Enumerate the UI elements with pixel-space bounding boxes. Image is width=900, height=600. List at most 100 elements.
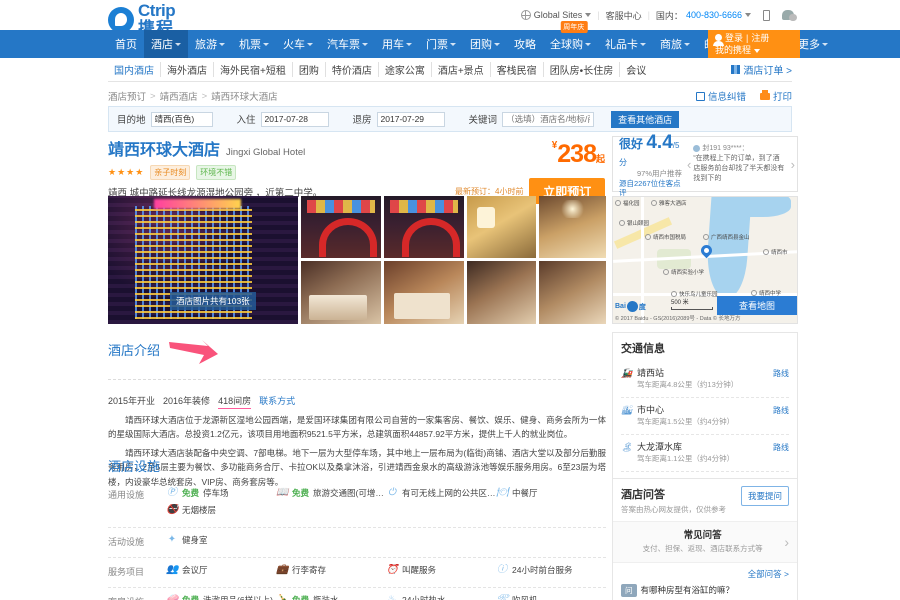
nav-label: 商旅 [660, 39, 682, 51]
nav-item-flight[interactable]: 机票 [232, 30, 276, 58]
breadcrumb-separator: > [201, 90, 208, 102]
login-link[interactable]: 登录 [725, 32, 743, 44]
facility-item: ✦ 健身室 [166, 534, 276, 546]
checkout-date-input[interactable] [376, 111, 445, 127]
info-correct-button[interactable]: 信息纠错 [695, 89, 746, 103]
gallery-thumb[interactable] [467, 261, 536, 324]
subnav-item-homestay[interactable]: 海外民宿+短租 [214, 62, 293, 77]
nav-item-tickets[interactable]: 门票 [419, 30, 463, 58]
all-questions-link[interactable]: 全部问答 > [613, 563, 797, 582]
destination-input[interactable] [150, 111, 213, 127]
review-score: 4.4 [646, 131, 673, 153]
nav-item-bus[interactable]: 汽车票 [320, 30, 375, 58]
poi-text: 福化园 [623, 201, 640, 207]
common-questions-sub: 支付、担保、返现、酒店联系方式等 [642, 544, 763, 554]
subnav-item-group-longstay[interactable]: 团队房•长住房 [544, 62, 621, 77]
poi-text: 靖西实验小学 [671, 270, 705, 276]
hotel-orders-link[interactable]: 酒店订单 > [731, 62, 792, 77]
gallery-thumb[interactable] [539, 261, 606, 324]
landmark-icon: 🏝 [621, 441, 633, 452]
poi-text: 雅客大酒店 [659, 201, 687, 207]
breadcrumb-item-city[interactable]: 靖西酒店 [160, 89, 198, 103]
phone-number: 400-830-6666 [685, 10, 742, 20]
qa-question-item[interactable]: 问 有哪种房型有浴缸的嘛？ M54****487 2017-07-18 [613, 582, 797, 600]
gallery-thumb[interactable] [467, 196, 536, 258]
mobile-app-link[interactable] [757, 9, 776, 21]
subnav-item-overseas[interactable]: 海外酒店 [161, 62, 214, 77]
ask-question-button[interactable]: 我要提问 [740, 486, 789, 506]
global-sites-selector[interactable]: Global Sites [515, 10, 598, 20]
subnav-item-domestic[interactable]: 国内酒店 [108, 62, 161, 77]
subnav-item-tujia[interactable]: 途家公寓 [379, 62, 432, 77]
gallery-thumb[interactable] [301, 261, 381, 324]
facility-item: 📖 免费 旅游交通图(可增… [276, 487, 386, 499]
route-link[interactable]: 路线 [773, 367, 789, 379]
subnav-item-conference[interactable]: 会议 [620, 62, 652, 77]
view-map-button[interactable]: 查看地图 [717, 296, 797, 315]
facility-item: 🍽 中餐厅 [496, 487, 606, 499]
facility-item: ⓘ 24小时前台服务 [496, 564, 606, 576]
review-prev-arrow[interactable]: ‹ [685, 157, 693, 172]
checkin-date-input[interactable] [260, 111, 329, 127]
breadcrumb-separator: > [150, 90, 156, 102]
keyword-input[interactable] [502, 111, 595, 127]
location-map[interactable]: 福化园 雅客大酒店 银山颐园 靖西市国税局 广西靖西县金山 靖西市 靖西实验小学… [612, 196, 798, 324]
poi-text: 广西靖西县金山 [711, 235, 750, 241]
route-link[interactable]: 路线 [773, 441, 789, 453]
nav-item-car[interactable]: 用车 [375, 30, 419, 58]
price-display: ¥238起 [455, 140, 605, 169]
print-button[interactable]: 打印 [759, 89, 792, 103]
subnav-item-inn[interactable]: 客栈民宿 [491, 62, 544, 77]
breadcrumb-item-booking[interactable]: 酒店预订 [108, 89, 146, 103]
alarm-icon: ⏰ [386, 564, 399, 575]
gallery-thumb[interactable] [539, 196, 606, 258]
intro-paragraph: 靖西环球大酒店位于龙源新区湿地公园西端，是爱国环球集团有限公司自营的一家集客房、… [108, 415, 606, 440]
nav-item-train[interactable]: 火车 [276, 30, 320, 58]
hairdryer-icon: 🛠 [496, 594, 509, 600]
nav-item-globalshop[interactable]: 周年庆 全球购 [543, 21, 598, 58]
hotel-room-image [467, 261, 536, 324]
nav-item-business[interactable]: 商旅 [653, 30, 697, 58]
contact-link[interactable]: 联系方式 [259, 394, 295, 407]
free-badge: 免费 [182, 488, 200, 498]
nav-item-giftcard[interactable]: 礼品卡 [598, 30, 653, 58]
wechat-link[interactable] [776, 10, 800, 21]
avatar [693, 145, 701, 153]
service-center-link[interactable]: 客服中心 [600, 9, 648, 22]
review-next-arrow[interactable]: › [789, 157, 797, 172]
destination-label: 目的地 [117, 115, 146, 126]
nav-label: 机票 [239, 39, 261, 51]
gallery-thumb[interactable] [384, 196, 464, 258]
gallery-thumb[interactable] [384, 261, 464, 324]
facility-label: 洗漱用品(6样以上) [203, 595, 273, 600]
nav-item-home[interactable]: 首页 [108, 30, 144, 58]
facility-category: 服务项目 [108, 567, 145, 577]
subnav-item-groupbuy[interactable]: 团购 [293, 62, 326, 77]
login-area[interactable]: 登录 | 注册 我的携程 [708, 30, 800, 58]
nav-item-travel[interactable]: 旅游 [188, 30, 232, 58]
facility-label: 无烟楼层 [182, 505, 217, 515]
nav-item-groupbuy[interactable]: 团购 [463, 30, 507, 58]
register-link[interactable]: 注册 [751, 32, 769, 44]
login-row[interactable]: 登录 | 注册 [713, 32, 800, 47]
review-summary-box[interactable]: 很好 4.4/5分 97%用户推荐 源自2267位住客点评 ‹ 封191 93*… [612, 132, 798, 197]
room-count: 418间房 [218, 394, 252, 409]
nav-item-hotel[interactable]: 酒店 [144, 30, 188, 58]
nav-item-guides[interactable]: 攻略 [507, 30, 543, 58]
gallery-count-overlay[interactable]: 酒店图片共有103张 [170, 292, 256, 310]
parking-icon: Ⓟ [167, 487, 177, 498]
common-questions-row[interactable]: 常见问答 支付、担保、返现、酒店联系方式等 › [613, 522, 797, 563]
my-ctrip-row[interactable]: 我的携程 [715, 44, 800, 56]
breadcrumb-tools: 信息纠错 打印 [695, 89, 792, 103]
route-link[interactable]: 路线 [773, 404, 789, 416]
hotel-qa-panel: 酒店问答 答案由热心网友提供，仅供参考 我要提问 常见问答 支付、担保、返现、酒… [612, 478, 798, 600]
subnav-item-deals[interactable]: 特价酒店 [326, 62, 379, 77]
keyword-label: 关键词 [468, 115, 498, 126]
subnav-item-hotel-attraction[interactable]: 酒店+景点 [432, 62, 491, 77]
score-row: 很好 4.4/5分 [619, 131, 685, 170]
meeting-icon: 👥 [166, 564, 179, 575]
chevron-down-icon [494, 42, 500, 46]
phone-info[interactable]: 国内： 400-830-6666 [650, 9, 757, 22]
search-other-hotels-button[interactable]: 查看其他酒店 [611, 110, 680, 128]
gallery-thumb[interactable] [301, 196, 381, 258]
